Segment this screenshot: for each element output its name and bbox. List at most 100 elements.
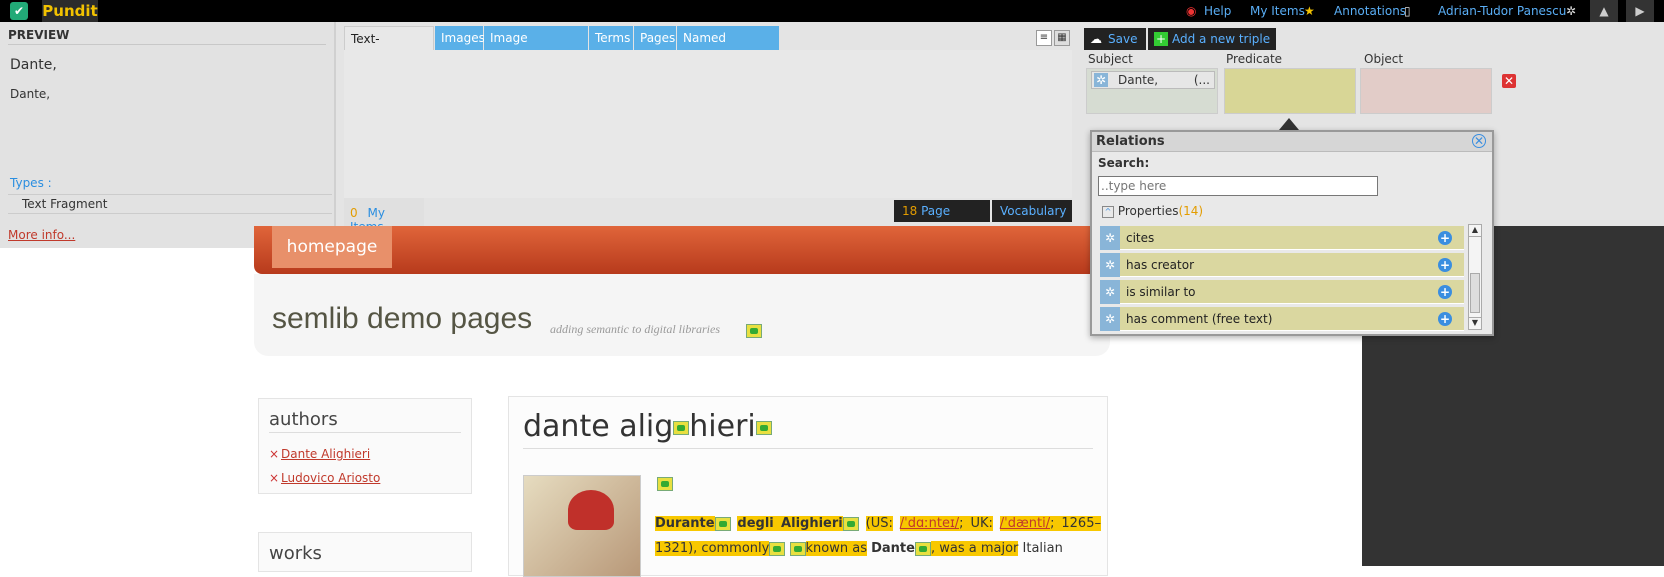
- author-link-dante[interactable]: Dante Alighieri: [281, 447, 370, 461]
- tab-images[interactable]: Images: [435, 26, 485, 50]
- object-label: Object: [1364, 52, 1404, 66]
- add-icon: +: [1154, 32, 1168, 46]
- website-page: homepage semlib demo pages adding semant…: [254, 226, 1110, 577]
- text-italian: Italian: [1022, 541, 1063, 556]
- add-icon[interactable]: +: [1438, 258, 1452, 272]
- properties-header[interactable]: ^ Properties(14): [1102, 204, 1203, 218]
- article-title-part-a: dante alig: [523, 409, 674, 444]
- relation-item-has-creator[interactable]: ✲ has creator +: [1100, 253, 1464, 277]
- preview-panel: PREVIEW Dante, Dante, Types : Text Fragm…: [0, 22, 336, 248]
- delete-triple-icon[interactable]: ✕: [1502, 74, 1516, 88]
- text-durante[interactable]: Durante: [655, 516, 715, 531]
- document-icon: ▯: [1404, 4, 1411, 18]
- user-link[interactable]: Adrian-Tudor Panescu: [1438, 0, 1566, 22]
- annotation-icon[interactable]: [755, 420, 772, 435]
- relation-item-has-comment[interactable]: ✲ has comment (free text) +: [1100, 307, 1464, 331]
- preview-title: PREVIEW: [8, 28, 326, 45]
- author-link-ariosto[interactable]: Ludovico Ariosto: [281, 471, 380, 485]
- close-icon[interactable]: ✕: [1472, 134, 1486, 148]
- add-icon[interactable]: +: [1438, 312, 1452, 326]
- annotations-link[interactable]: Annotations: [1334, 0, 1406, 22]
- dante-portrait: [523, 475, 641, 577]
- page-items-button[interactable]: 18 Page Items: [894, 200, 990, 240]
- search-label: Search:: [1098, 156, 1150, 170]
- type-value: Text Fragment: [8, 194, 332, 214]
- tab-image-fragments[interactable]: Image Fragments: [484, 26, 588, 69]
- predicate-slot[interactable]: [1224, 68, 1356, 114]
- works-title: works: [269, 543, 322, 564]
- preview-heading: Dante,: [10, 57, 57, 73]
- list-view-icon[interactable]: ≡: [1036, 30, 1052, 46]
- my-items-count: 0: [350, 206, 358, 220]
- star-icon: ★: [1304, 4, 1315, 18]
- pundit-check-icon[interactable]: ✔: [10, 2, 28, 20]
- annotation-icon[interactable]: [657, 477, 673, 491]
- homepage-tab[interactable]: homepage: [272, 226, 392, 268]
- relation-item-is-similar-to[interactable]: ✲ is similar to +: [1100, 280, 1464, 304]
- help-link[interactable]: Help: [1204, 0, 1231, 22]
- collapse-up-button[interactable]: ▲: [1590, 0, 1618, 22]
- article-title-part-b: hieri: [689, 409, 756, 444]
- annotation-icon[interactable]: [914, 541, 931, 556]
- my-items-link[interactable]: My Items: [1250, 0, 1305, 22]
- ipa-uk-link[interactable]: /ˈdænti/: [999, 516, 1051, 531]
- article-title: dante alig hieri: [523, 409, 1093, 449]
- more-info-link[interactable]: More info...: [8, 228, 75, 242]
- tab-text-fragment[interactable]: Text-fragment: [344, 26, 434, 70]
- gear-icon[interactable]: ✲: [1566, 0, 1576, 22]
- add-icon[interactable]: +: [1438, 231, 1452, 245]
- gear-icon: ✲: [1100, 226, 1120, 250]
- save-icon: ☁: [1090, 32, 1102, 46]
- text-known-as: known as: [805, 541, 867, 556]
- grid-view-icon[interactable]: ▦: [1054, 30, 1070, 46]
- tab-pages[interactable]: Pages: [634, 26, 676, 50]
- annotation-icon[interactable]: [789, 541, 806, 556]
- predicate-label: Predicate: [1226, 52, 1283, 66]
- text-degli-alighieri[interactable]: degli Alighieri: [737, 516, 843, 531]
- annotation-icon[interactable]: [842, 516, 859, 531]
- save-label: Save: [1108, 32, 1138, 46]
- bullet-icon: ×: [269, 447, 280, 461]
- site-header: homepage: [254, 226, 1110, 274]
- scrollbar[interactable]: ▲ ▼: [1468, 224, 1482, 330]
- gear-icon: ✲: [1100, 253, 1120, 277]
- authors-box: authors × Dante Alighieri × Ludovico Ari…: [258, 398, 472, 494]
- bullet-icon: ×: [269, 471, 280, 485]
- article-paragraph: Durante degli Alighieri (US: /ˈdɑːnteɪ/;…: [655, 511, 1101, 561]
- works-box: works: [258, 532, 472, 572]
- tab-terms[interactable]: Terms: [589, 26, 633, 50]
- tab-named-content[interactable]: Named Content: [677, 26, 779, 69]
- subject-item[interactable]: ✲ Dante, (...: [1091, 71, 1215, 89]
- subject-slot[interactable]: ✲ Dante, (...: [1086, 68, 1218, 114]
- search-input[interactable]: [1098, 176, 1378, 196]
- relation-item-cites[interactable]: ✲ cites +: [1100, 226, 1464, 250]
- my-items-footer[interactable]: 0 My Items: [344, 198, 424, 234]
- relation-label: has comment (free text): [1126, 312, 1273, 326]
- scroll-down-icon[interactable]: ▼: [1469, 317, 1481, 329]
- save-button[interactable]: ☁ Save: [1084, 28, 1146, 50]
- annotation-icon[interactable]: [769, 541, 786, 556]
- subject-more: (...: [1193, 73, 1210, 87]
- object-slot[interactable]: [1360, 68, 1492, 114]
- annotation-icon[interactable]: [746, 324, 762, 338]
- relation-label: has creator: [1126, 258, 1195, 272]
- scroll-thumb[interactable]: [1470, 273, 1480, 313]
- text-uk: ; UK:: [959, 516, 993, 531]
- ipa-us-link[interactable]: /ˈdɑːnteɪ/: [899, 516, 960, 531]
- text-dante[interactable]: Dante: [871, 541, 915, 556]
- annotation-icon[interactable]: [673, 420, 690, 435]
- subject-value: Dante,: [1118, 73, 1159, 87]
- text-us: (US:: [865, 516, 893, 531]
- collapse-icon[interactable]: ^: [1102, 205, 1114, 218]
- scroll-up-icon[interactable]: ▲: [1469, 225, 1481, 237]
- gear-icon: ✲: [1100, 307, 1120, 331]
- annotation-icon[interactable]: [714, 516, 731, 531]
- site-title: semlib demo pages: [272, 302, 533, 335]
- pointer-arrow: [1279, 118, 1299, 130]
- article-box: dante alig hieri Durante degli Alighieri …: [508, 396, 1108, 577]
- vocabulary-button[interactable]: Vocabulary: [992, 200, 1072, 222]
- add-triple-button[interactable]: + Add a new triple: [1148, 28, 1276, 50]
- text-was-major: , was a major: [930, 541, 1019, 556]
- expand-right-button[interactable]: ▶: [1626, 0, 1654, 22]
- add-icon[interactable]: +: [1438, 285, 1452, 299]
